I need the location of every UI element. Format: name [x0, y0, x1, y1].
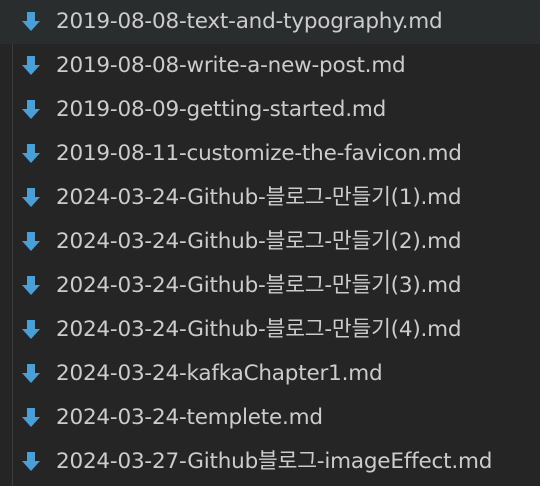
file-name: 2019-08-09-getting-started.md [56, 97, 387, 122]
file-row[interactable]: 2024-03-24-Github-블로그-만들기(3).md [0, 264, 540, 308]
file-name: 2024-03-24-Github-블로그-만들기(1).md [56, 185, 462, 210]
markdown-download-icon [20, 451, 42, 473]
file-row[interactable]: 2024-03-24-templete.md [0, 396, 540, 440]
markdown-download-icon [20, 11, 42, 33]
file-row[interactable]: 2019-08-08-text-and-typography.md [0, 0, 540, 44]
file-name: 2024-03-24-Github-블로그-만들기(3).md [56, 273, 462, 298]
markdown-download-icon [20, 275, 42, 297]
markdown-download-icon [20, 363, 42, 385]
file-row[interactable]: 2024-03-24-Github-블로그-만들기(2).md [0, 220, 540, 264]
file-row[interactable]: 2024-03-24-kafkaChapter1.md [0, 352, 540, 396]
file-row[interactable]: 2024-03-24-Github-블로그-만들기(4).md [0, 308, 540, 352]
markdown-download-icon [20, 231, 42, 253]
file-row[interactable]: 2024-03-24-Github-블로그-만들기(1).md [0, 176, 540, 220]
markdown-download-icon [20, 55, 42, 77]
markdown-download-icon [20, 319, 42, 341]
file-list: 2019-08-08-text-and-typography.md 2019-0… [0, 0, 540, 484]
file-row[interactable]: 2019-08-11-customize-the-favicon.md [0, 132, 540, 176]
file-name: 2019-08-08-write-a-new-post.md [56, 53, 406, 78]
markdown-download-icon [20, 143, 42, 165]
file-row[interactable]: 2019-08-09-getting-started.md [0, 88, 540, 132]
file-row[interactable]: 2024-03-27-Github블로그-imageEffect.md [0, 440, 540, 484]
file-explorer-panel: 2019-08-08-text-and-typography.md 2019-0… [0, 0, 540, 486]
file-name: 2024-03-24-templete.md [56, 405, 323, 430]
file-row[interactable]: 2019-08-08-write-a-new-post.md [0, 44, 540, 88]
file-name: 2024-03-24-kafkaChapter1.md [56, 361, 383, 386]
file-name: 2024-03-24-Github-블로그-만들기(2).md [56, 229, 462, 254]
markdown-download-icon [20, 407, 42, 429]
markdown-download-icon [20, 187, 42, 209]
file-name: 2019-08-11-customize-the-favicon.md [56, 141, 462, 166]
markdown-download-icon [20, 99, 42, 121]
file-name: 2024-03-24-Github-블로그-만들기(4).md [56, 317, 462, 342]
file-name: 2019-08-08-text-and-typography.md [56, 9, 443, 34]
file-name: 2024-03-27-Github블로그-imageEffect.md [56, 449, 493, 474]
